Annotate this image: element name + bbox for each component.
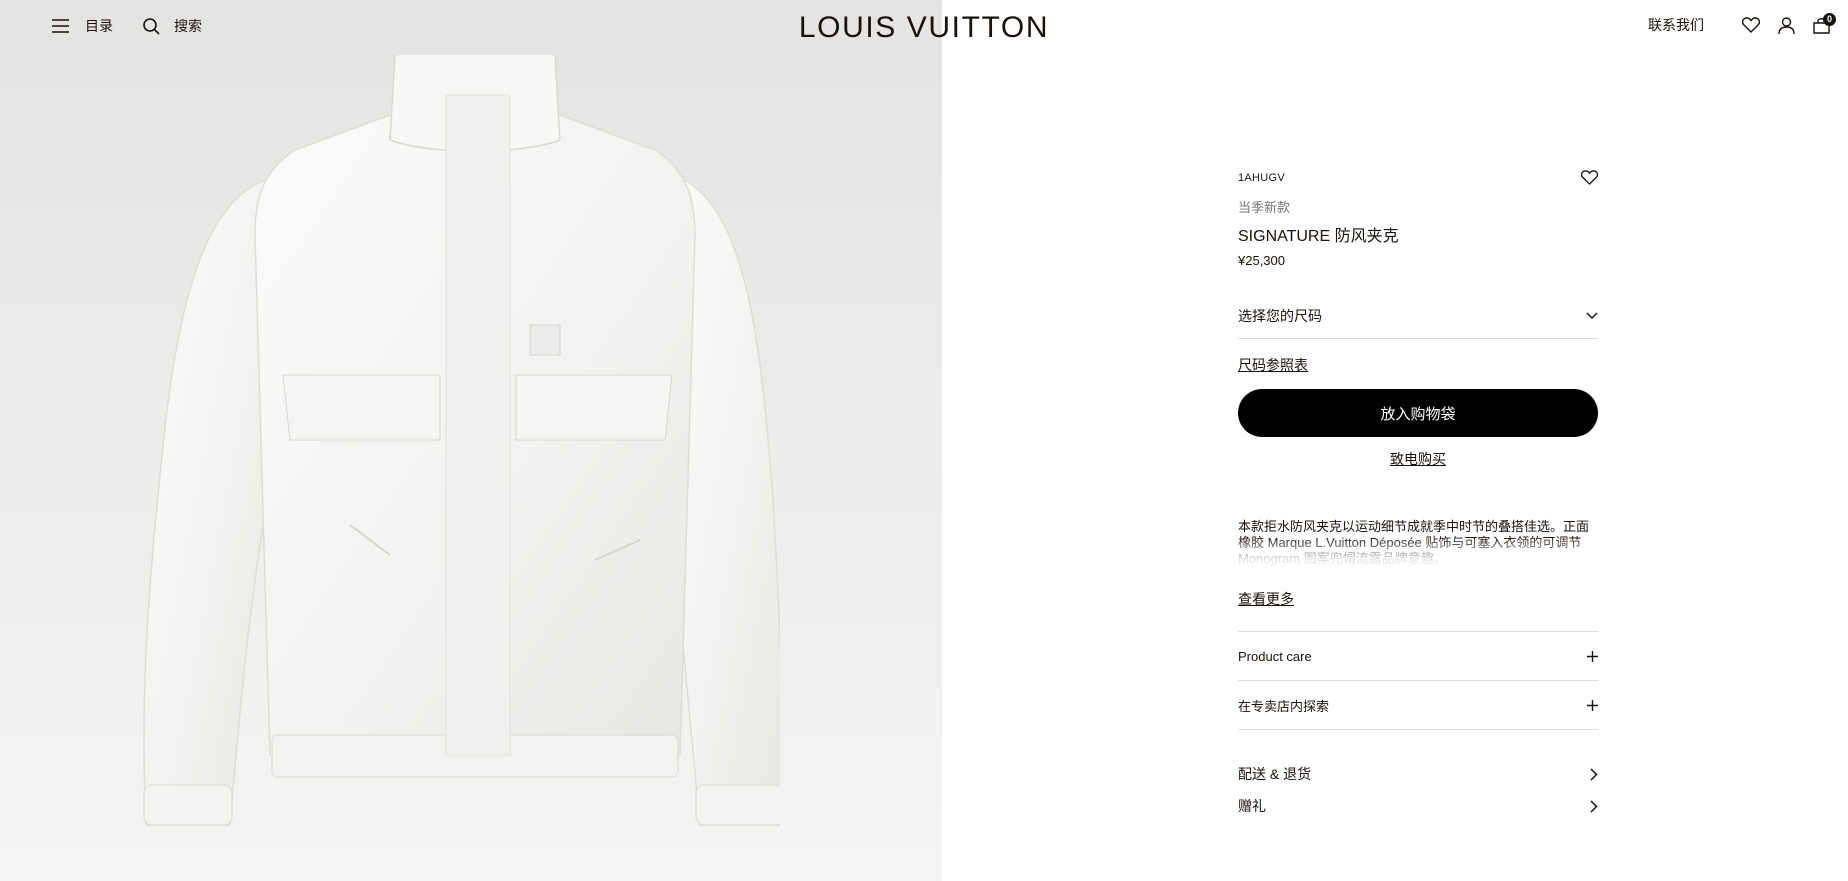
heart-icon: [1742, 17, 1760, 33]
site-header: 目录 搜索 LOUIS VUITTON 联系我们 0: [0, 0, 1848, 56]
chevron-right-icon: [1590, 767, 1598, 781]
heart-icon: [1581, 170, 1598, 185]
accordion-product-care[interactable]: Product care: [1238, 632, 1598, 681]
plus-icon: [1587, 650, 1598, 662]
accordion-explore-in-store[interactable]: 在专卖店内探索: [1238, 681, 1598, 730]
shopping-bag-button[interactable]: 0: [1813, 12, 1836, 34]
size-selector-label: 选择您的尺码: [1238, 308, 1322, 324]
menu-button[interactable]: 目录: [52, 16, 113, 36]
see-more-link[interactable]: 查看更多: [1238, 589, 1294, 609]
link-label: 赠礼: [1238, 798, 1266, 814]
product-description: 本款拒水防风夹克以运动细节成就季中时节的叠搭佳选。正面橡胶 Marque L.V…: [1238, 519, 1598, 573]
search-label: 搜索: [174, 18, 202, 34]
accordion-list: Product care 在专卖店内探索: [1238, 631, 1598, 730]
new-season-tag: 当季新款: [1238, 200, 1291, 215]
size-guide-link[interactable]: 尺码参照表: [1238, 355, 1308, 375]
plus-icon: [1587, 699, 1598, 711]
service-links: 配送 & 退货 赠礼: [1238, 758, 1598, 822]
product-info-panel: 1AHUGV 当季新款 SIGNATURE 防风夹克 ¥25,300 选择您的尺…: [1238, 170, 1598, 822]
size-selector[interactable]: 选择您的尺码: [1238, 294, 1598, 339]
user-icon: [1778, 16, 1795, 34]
call-to-buy-link[interactable]: 致电购买: [1390, 451, 1446, 467]
gifting-link[interactable]: 赠礼: [1238, 790, 1598, 822]
description-fade: [1238, 537, 1598, 573]
link-label: 配送 & 退货: [1238, 766, 1312, 782]
product-price: ¥25,300: [1238, 253, 1285, 268]
product-image-jacket: [143, 55, 780, 826]
menu-label: 目录: [85, 18, 113, 34]
chevron-down-icon: [1586, 312, 1598, 320]
search-icon: [143, 17, 160, 35]
accordion-label: Product care: [1238, 648, 1312, 664]
add-to-wishlist-button[interactable]: [1581, 170, 1598, 185]
chevron-right-icon: [1590, 799, 1598, 813]
delivery-returns-link[interactable]: 配送 & 退货: [1238, 758, 1598, 790]
accordion-label: 在专卖店内探索: [1238, 698, 1330, 714]
hamburger-menu-icon: [52, 19, 69, 33]
brand-logo[interactable]: LOUIS VUITTON: [794, 10, 1054, 46]
add-to-bag-button[interactable]: 放入购物袋: [1238, 389, 1598, 437]
product-sku: 1AHUGV: [1238, 171, 1286, 184]
bag-count-badge: 0: [1823, 12, 1836, 26]
wishlist-button[interactable]: [1742, 17, 1760, 33]
product-name: SIGNATURE 防风夹克: [1238, 228, 1399, 245]
search-button[interactable]: 搜索: [143, 16, 202, 36]
product-image-gallery[interactable]: [0, 0, 942, 881]
contact-us-link[interactable]: 联系我们: [1648, 15, 1704, 35]
account-button[interactable]: [1778, 16, 1795, 34]
